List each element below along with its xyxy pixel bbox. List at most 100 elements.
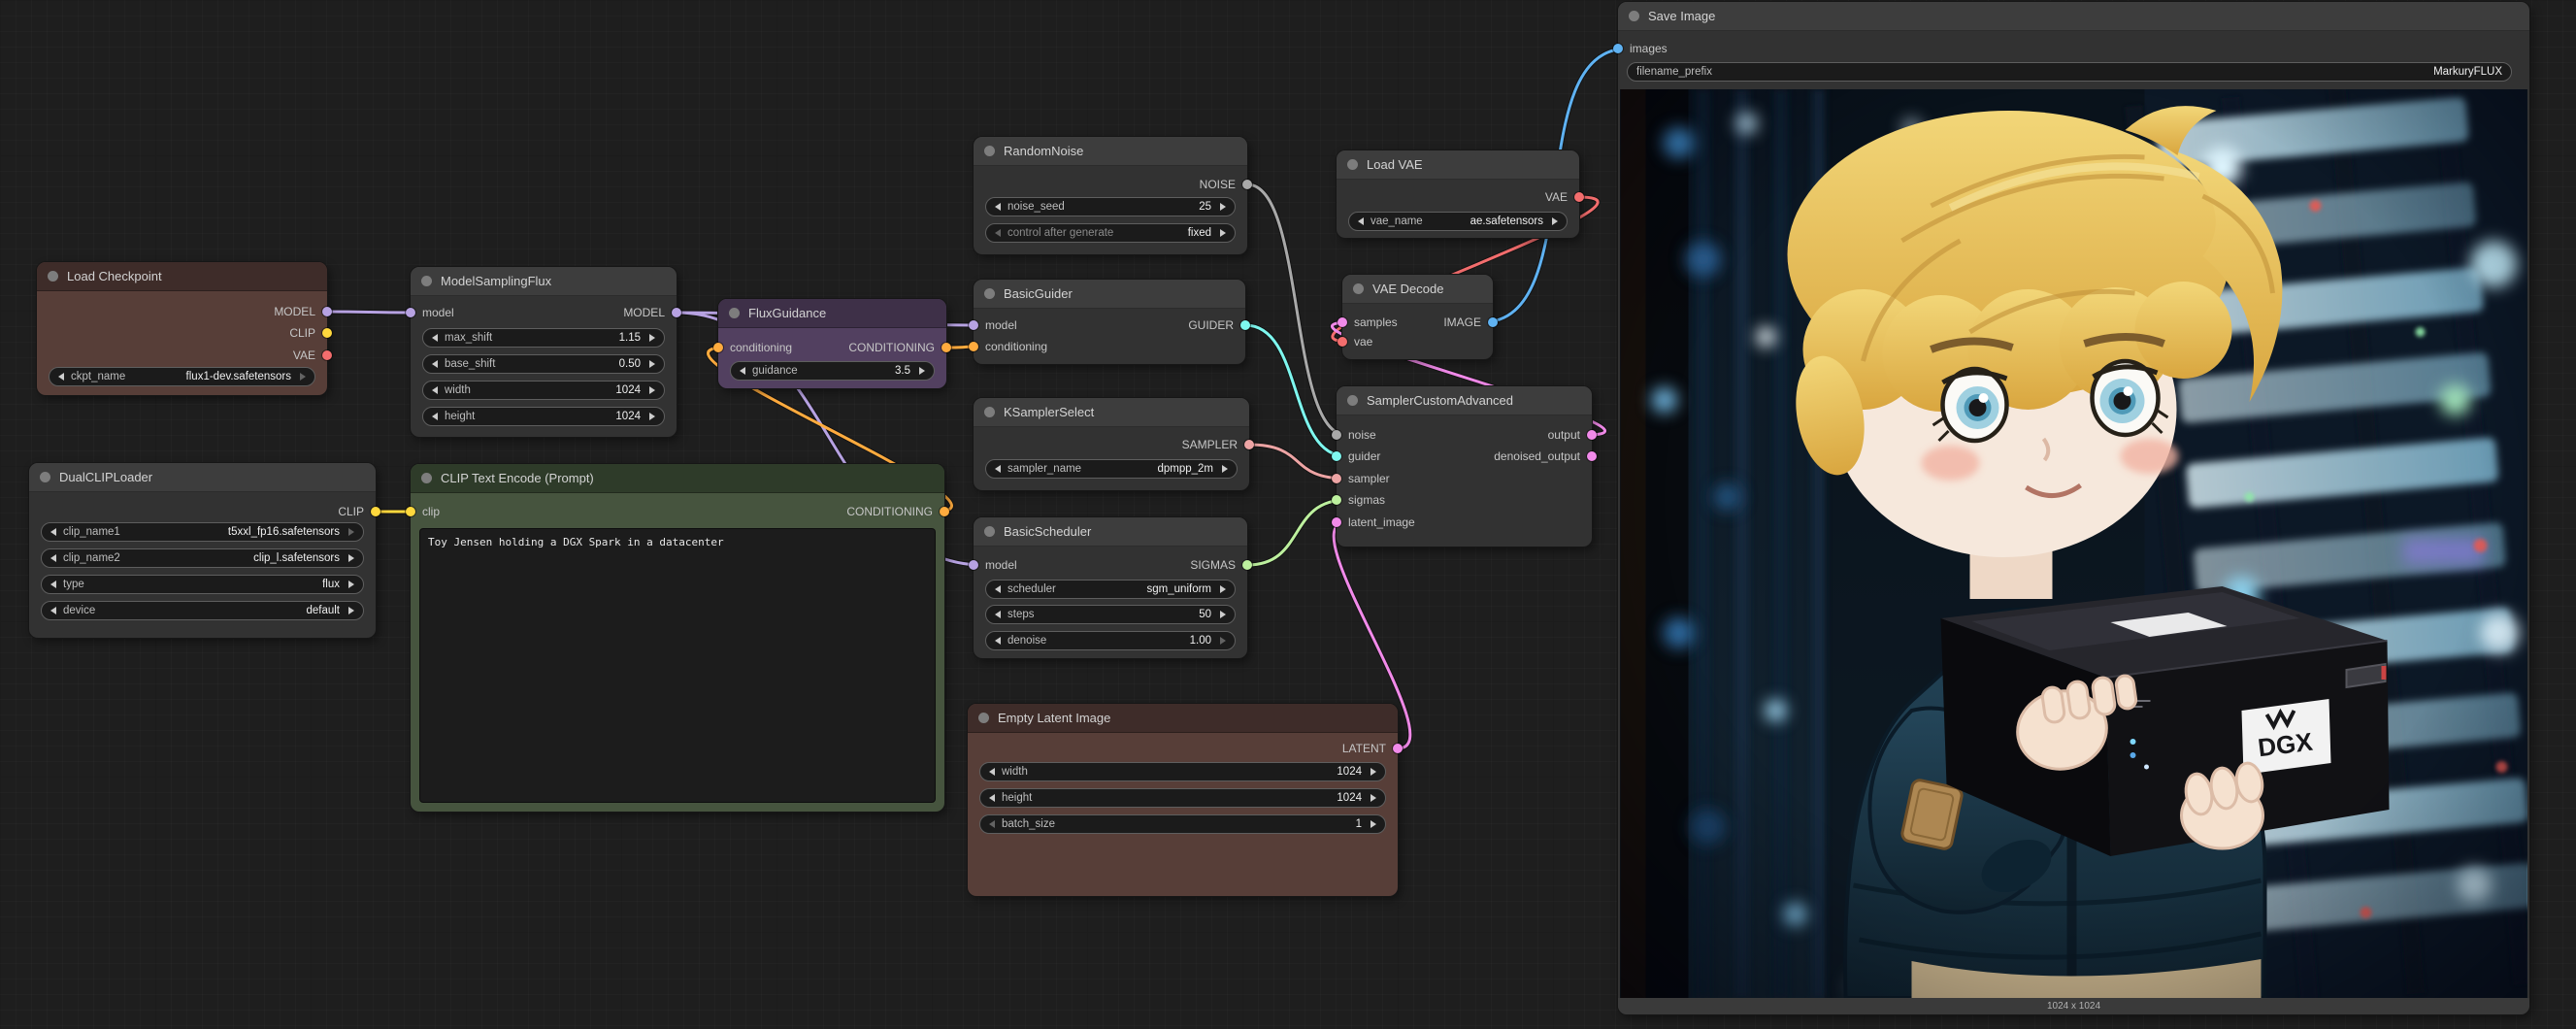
collapse-dot-icon[interactable]	[984, 526, 995, 537]
widget-height[interactable]: height1024	[979, 788, 1386, 808]
port-dot-icon[interactable]	[1488, 317, 1498, 327]
input-port-sampler[interactable]: sampler	[1332, 472, 1390, 485]
widget-clip-name2[interactable]: clip_name2clip_l.safetensors	[41, 548, 364, 568]
decrement-arrow-icon[interactable]	[432, 413, 438, 420]
increment-arrow-icon[interactable]	[649, 360, 655, 368]
increment-arrow-icon[interactable]	[348, 581, 354, 588]
node-header[interactable]: BasicGuider	[974, 280, 1245, 309]
increment-arrow-icon[interactable]	[1222, 465, 1228, 473]
input-port-conditioning[interactable]: conditioning	[713, 341, 792, 354]
increment-arrow-icon[interactable]	[1220, 611, 1226, 618]
node-vae-decode[interactable]: VAE Decode samples vae IMAGE	[1342, 275, 1493, 359]
port-dot-icon[interactable]	[1338, 337, 1347, 347]
decrement-arrow-icon[interactable]	[50, 607, 56, 614]
input-port-vae[interactable]: vae	[1338, 335, 1372, 349]
widget-noise-seed[interactable]: noise_seed25	[985, 197, 1236, 216]
node-empty-latent-image[interactable]: Empty Latent Image LATENT width1024 heig…	[968, 704, 1398, 896]
decrement-arrow-icon[interactable]	[995, 465, 1001, 473]
increment-arrow-icon[interactable]	[649, 413, 655, 420]
node-random-noise[interactable]: RandomNoise NOISE noise_seed25 control a…	[974, 137, 1247, 254]
port-dot-icon[interactable]	[969, 320, 978, 330]
input-port-conditioning[interactable]: conditioning	[969, 340, 1047, 353]
increment-arrow-icon[interactable]	[1220, 229, 1226, 237]
widget-type[interactable]: typeflux	[41, 575, 364, 594]
port-dot-icon[interactable]	[1613, 44, 1623, 53]
widget-width[interactable]: width1024	[979, 762, 1386, 781]
widget-ckpt-name[interactable]: ckpt_nameflux1-dev.safetensors	[49, 367, 315, 386]
output-port-vae[interactable]: VAE	[1545, 190, 1584, 204]
node-header[interactable]: Load Checkpoint	[37, 262, 327, 291]
node-sampler-custom-advanced[interactable]: SamplerCustomAdvanced noise guider sampl…	[1337, 386, 1592, 547]
port-dot-icon[interactable]	[1242, 560, 1252, 570]
port-dot-icon[interactable]	[1242, 180, 1252, 189]
widget-height[interactable]: height1024	[422, 407, 665, 426]
increment-arrow-icon[interactable]	[919, 367, 925, 375]
widget-steps[interactable]: steps50	[985, 605, 1236, 624]
port-dot-icon[interactable]	[713, 343, 723, 352]
node-basic-guider[interactable]: BasicGuider model conditioning GUIDER	[974, 280, 1245, 364]
widget-base-shift[interactable]: base_shift0.50	[422, 354, 665, 374]
collapse-dot-icon[interactable]	[1353, 283, 1364, 294]
input-port-sigmas[interactable]: sigmas	[1332, 493, 1385, 507]
input-port-samples[interactable]: samples	[1338, 315, 1398, 329]
input-port-images[interactable]: images	[1613, 42, 1668, 55]
decrement-arrow-icon[interactable]	[50, 528, 56, 536]
node-graph-canvas[interactable]: Load Checkpoint MODEL CLIP VAE ckpt_name…	[0, 0, 2576, 1029]
decrement-arrow-icon[interactable]	[432, 386, 438, 394]
widget-device[interactable]: devicedefault	[41, 601, 364, 620]
prompt-textarea[interactable]: Toy Jensen holding a DGX Spark in a data…	[419, 528, 936, 803]
node-header[interactable]: CLIP Text Encode (Prompt)	[411, 464, 944, 493]
widget-width[interactable]: width1024	[422, 381, 665, 400]
increment-arrow-icon[interactable]	[1371, 768, 1376, 776]
decrement-arrow-icon[interactable]	[995, 585, 1001, 593]
node-header[interactable]: FluxGuidance	[718, 299, 946, 328]
increment-arrow-icon[interactable]	[649, 386, 655, 394]
output-port-vae[interactable]: VAE	[293, 349, 332, 362]
port-dot-icon[interactable]	[322, 307, 332, 316]
port-dot-icon[interactable]	[371, 507, 380, 516]
collapse-dot-icon[interactable]	[48, 271, 58, 282]
decrement-arrow-icon[interactable]	[989, 820, 995, 828]
collapse-dot-icon[interactable]	[984, 146, 995, 156]
decrement-arrow-icon[interactable]	[995, 203, 1001, 211]
port-dot-icon[interactable]	[1332, 451, 1341, 461]
input-port-model[interactable]: model	[969, 318, 1017, 332]
widget-control-after-generate[interactable]: control after generatefixed	[985, 223, 1236, 243]
node-header[interactable]: VAE Decode	[1342, 275, 1493, 304]
collapse-dot-icon[interactable]	[978, 713, 989, 723]
port-dot-icon[interactable]	[1244, 440, 1254, 449]
output-port-clip[interactable]: CLIP	[289, 326, 332, 340]
port-dot-icon[interactable]	[1332, 495, 1341, 505]
input-port-guider[interactable]: guider	[1332, 449, 1380, 463]
node-header[interactable]: Empty Latent Image	[968, 704, 1398, 733]
increment-arrow-icon[interactable]	[1371, 794, 1376, 802]
increment-arrow-icon[interactable]	[348, 607, 354, 614]
port-dot-icon[interactable]	[406, 308, 415, 317]
output-port-sampler[interactable]: SAMPLER	[1182, 438, 1254, 451]
decrement-arrow-icon[interactable]	[432, 360, 438, 368]
decrement-arrow-icon[interactable]	[740, 367, 745, 375]
widget-clip-name1[interactable]: clip_name1t5xxl_fp16.safetensors	[41, 522, 364, 542]
node-dual-clip-loader[interactable]: DualCLIPLoader CLIP clip_name1t5xxl_fp16…	[29, 463, 376, 638]
output-port-image[interactable]: IMAGE	[1443, 315, 1498, 329]
port-dot-icon[interactable]	[1393, 744, 1403, 753]
increment-arrow-icon[interactable]	[1371, 820, 1376, 828]
port-dot-icon[interactable]	[322, 350, 332, 360]
port-dot-icon[interactable]	[1332, 474, 1341, 483]
decrement-arrow-icon[interactable]	[995, 611, 1001, 618]
output-port-guider[interactable]: GUIDER	[1188, 318, 1250, 332]
increment-arrow-icon[interactable]	[1220, 585, 1226, 593]
output-port-sigmas[interactable]: SIGMAS	[1190, 558, 1252, 572]
collapse-dot-icon[interactable]	[984, 407, 995, 417]
increment-arrow-icon[interactable]	[348, 554, 354, 562]
increment-arrow-icon[interactable]	[1220, 637, 1226, 645]
port-dot-icon[interactable]	[322, 328, 332, 338]
decrement-arrow-icon[interactable]	[50, 554, 56, 562]
decrement-arrow-icon[interactable]	[995, 637, 1001, 645]
decrement-arrow-icon[interactable]	[50, 581, 56, 588]
input-port-noise[interactable]: noise	[1332, 428, 1376, 442]
node-header[interactable]: RandomNoise	[974, 137, 1247, 166]
node-header[interactable]: DualCLIPLoader	[29, 463, 376, 492]
output-port-denoised-output[interactable]: denoised_output	[1494, 449, 1597, 463]
increment-arrow-icon[interactable]	[300, 373, 306, 381]
